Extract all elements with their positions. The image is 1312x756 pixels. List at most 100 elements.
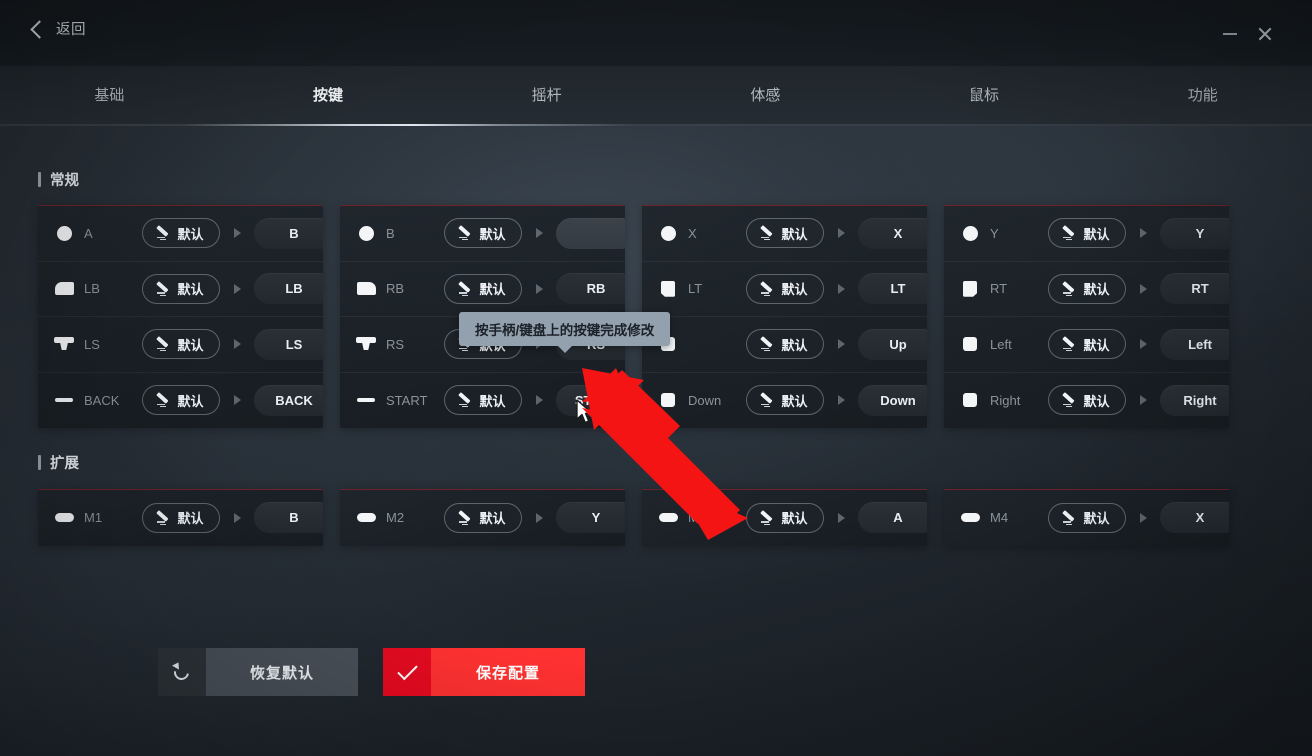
binding-value-button[interactable]: X (1160, 502, 1229, 534)
pencil-icon (156, 509, 171, 525)
arrow-right-icon (838, 395, 845, 406)
binding-value-button[interactable]: Down (858, 384, 927, 416)
binding-value-button[interactable]: B (254, 217, 323, 249)
binding-row-label: RT (990, 281, 1008, 297)
binding-mode-label: 默认 (1083, 511, 1110, 527)
binding-mode-button[interactable]: 默认 (1048, 273, 1126, 304)
binding-mode-button[interactable]: 默认 (1048, 218, 1126, 249)
binding-mode-button[interactable]: 默认 (746, 218, 824, 249)
binding-mode-button[interactable]: 默认 (746, 385, 824, 416)
binding-value-button[interactable]: Up (858, 328, 927, 360)
arrow-right-icon (1140, 339, 1147, 350)
binding-row-label: A (84, 225, 93, 241)
binding-row-label: Down (688, 392, 722, 408)
binding-value-button[interactable]: RT (1160, 273, 1229, 305)
restore-defaults-button[interactable]: 恢复默认 (158, 648, 358, 696)
binding-mode-button[interactable]: 默认 (444, 218, 522, 249)
binding-row: M1 默认 B (38, 490, 323, 546)
binding-mode-button[interactable]: 默认 (142, 385, 220, 416)
binding-mode-button[interactable]: 默认 (142, 502, 220, 533)
tab-3[interactable]: 体感 (656, 66, 875, 126)
minimize-icon[interactable] (1218, 22, 1242, 46)
binding-mode-button[interactable]: 默认 (746, 502, 824, 533)
right-stick-icon (356, 337, 376, 351)
binding-row-label: Left (990, 336, 1012, 352)
binding-row: RT 默认 RT (944, 262, 1229, 317)
binding-mode-label: 默认 (1083, 337, 1110, 353)
binding-row: X 默认 X (642, 206, 927, 262)
arrow-right-icon (838, 512, 845, 523)
binding-mode-button[interactable]: 默认 (746, 329, 824, 360)
binding-row-label: BACK (84, 392, 120, 408)
binding-value-button[interactable]: B (254, 502, 323, 534)
binding-row: 默认 Up (642, 317, 927, 373)
right-trigger-icon (960, 280, 980, 297)
binding-value-button[interactable]: BACK (254, 384, 323, 416)
pencil-icon (760, 225, 775, 241)
binding-mode-button[interactable]: 默认 (142, 273, 220, 304)
binding-mode-button[interactable]: 默认 (1048, 329, 1126, 360)
binding-row: M4 默认 X (944, 490, 1229, 546)
binding-value-button[interactable]: Left (1160, 328, 1229, 360)
binding-mode-button[interactable]: 默认 (142, 329, 220, 360)
binding-mode-button[interactable]: 默认 (444, 502, 522, 533)
pencil-icon (760, 392, 775, 408)
dpad-down-icon (658, 393, 678, 408)
binding-row-label: LB (84, 281, 100, 297)
binding-value-button[interactable]: LB (254, 273, 323, 305)
binding-value-button[interactable]: X (858, 217, 927, 249)
pencil-icon (760, 336, 775, 352)
binding-mode-button[interactable]: 默认 (142, 218, 220, 249)
binding-mode-label: 默认 (177, 337, 204, 353)
section-title: 扩展 (50, 456, 79, 472)
close-icon[interactable] (1253, 22, 1277, 46)
section-accent-bar (38, 455, 41, 470)
binding-value-button[interactable]: Y (556, 502, 625, 534)
tab-4[interactable]: 鼠标 (875, 66, 1094, 126)
arrow-right-icon (1140, 283, 1147, 294)
tab-0[interactable]: 基础 (0, 66, 219, 126)
restore-defaults-label: 恢复默认 (206, 648, 358, 696)
binding-row: Right 默认 Right (944, 373, 1229, 429)
tab-2[interactable]: 摇杆 (437, 66, 656, 126)
binding-mode-label: 默认 (177, 511, 204, 527)
pencil-icon (458, 280, 473, 296)
binding-value-button[interactable]: A (858, 502, 927, 534)
right-bumper-icon (356, 282, 376, 296)
binding-mode-button[interactable]: 默认 (1048, 385, 1126, 416)
binding-value-button[interactable]: Right (1160, 384, 1229, 416)
section-accent-bar (38, 172, 41, 187)
left-bumper-icon (54, 282, 74, 296)
pencil-icon (1062, 336, 1077, 352)
arrow-right-icon (536, 395, 543, 406)
binding-mode-button[interactable]: 默认 (1048, 502, 1126, 533)
binding-value-button[interactable]: RB (556, 273, 625, 305)
tab-1[interactable]: 按键 (219, 66, 438, 126)
save-config-button[interactable]: 保存配置 (383, 648, 585, 696)
binding-value-button[interactable]: LT (858, 273, 927, 305)
binding-row-label: LS (84, 336, 100, 352)
title-bar: 返回 (0, 0, 1312, 66)
binding-row: A 默认 B (38, 206, 323, 262)
binding-mode-label: 默认 (479, 282, 506, 298)
back-button-label: 返回 (56, 22, 86, 38)
binding-row-label: Y (990, 225, 999, 241)
binding-row: M2 默认 Y (340, 490, 625, 546)
section-header-general: 常规 (38, 169, 79, 190)
binding-mode-button[interactable]: 默认 (444, 273, 522, 304)
arrow-right-icon (536, 283, 543, 294)
binding-mode-button[interactable]: 默认 (444, 385, 522, 416)
binding-value-button[interactable]: Y (1160, 217, 1229, 249)
tab-5[interactable]: 功能 (1093, 66, 1312, 126)
binding-row-label: M1 (84, 510, 103, 526)
binding-mode-label: 默认 (177, 393, 204, 409)
binding-mode-label: 默认 (177, 282, 204, 298)
arrow-right-icon (1140, 512, 1147, 523)
binding-value-button[interactable]: START (556, 384, 625, 416)
binding-mode-button[interactable]: 默认 (746, 273, 824, 304)
binding-value-button[interactable]: LS (254, 328, 323, 360)
back-button[interactable]: 返回 (30, 18, 86, 39)
binding-value-button[interactable] (556, 217, 625, 249)
arrow-right-icon (838, 228, 845, 239)
pencil-icon (458, 225, 473, 241)
